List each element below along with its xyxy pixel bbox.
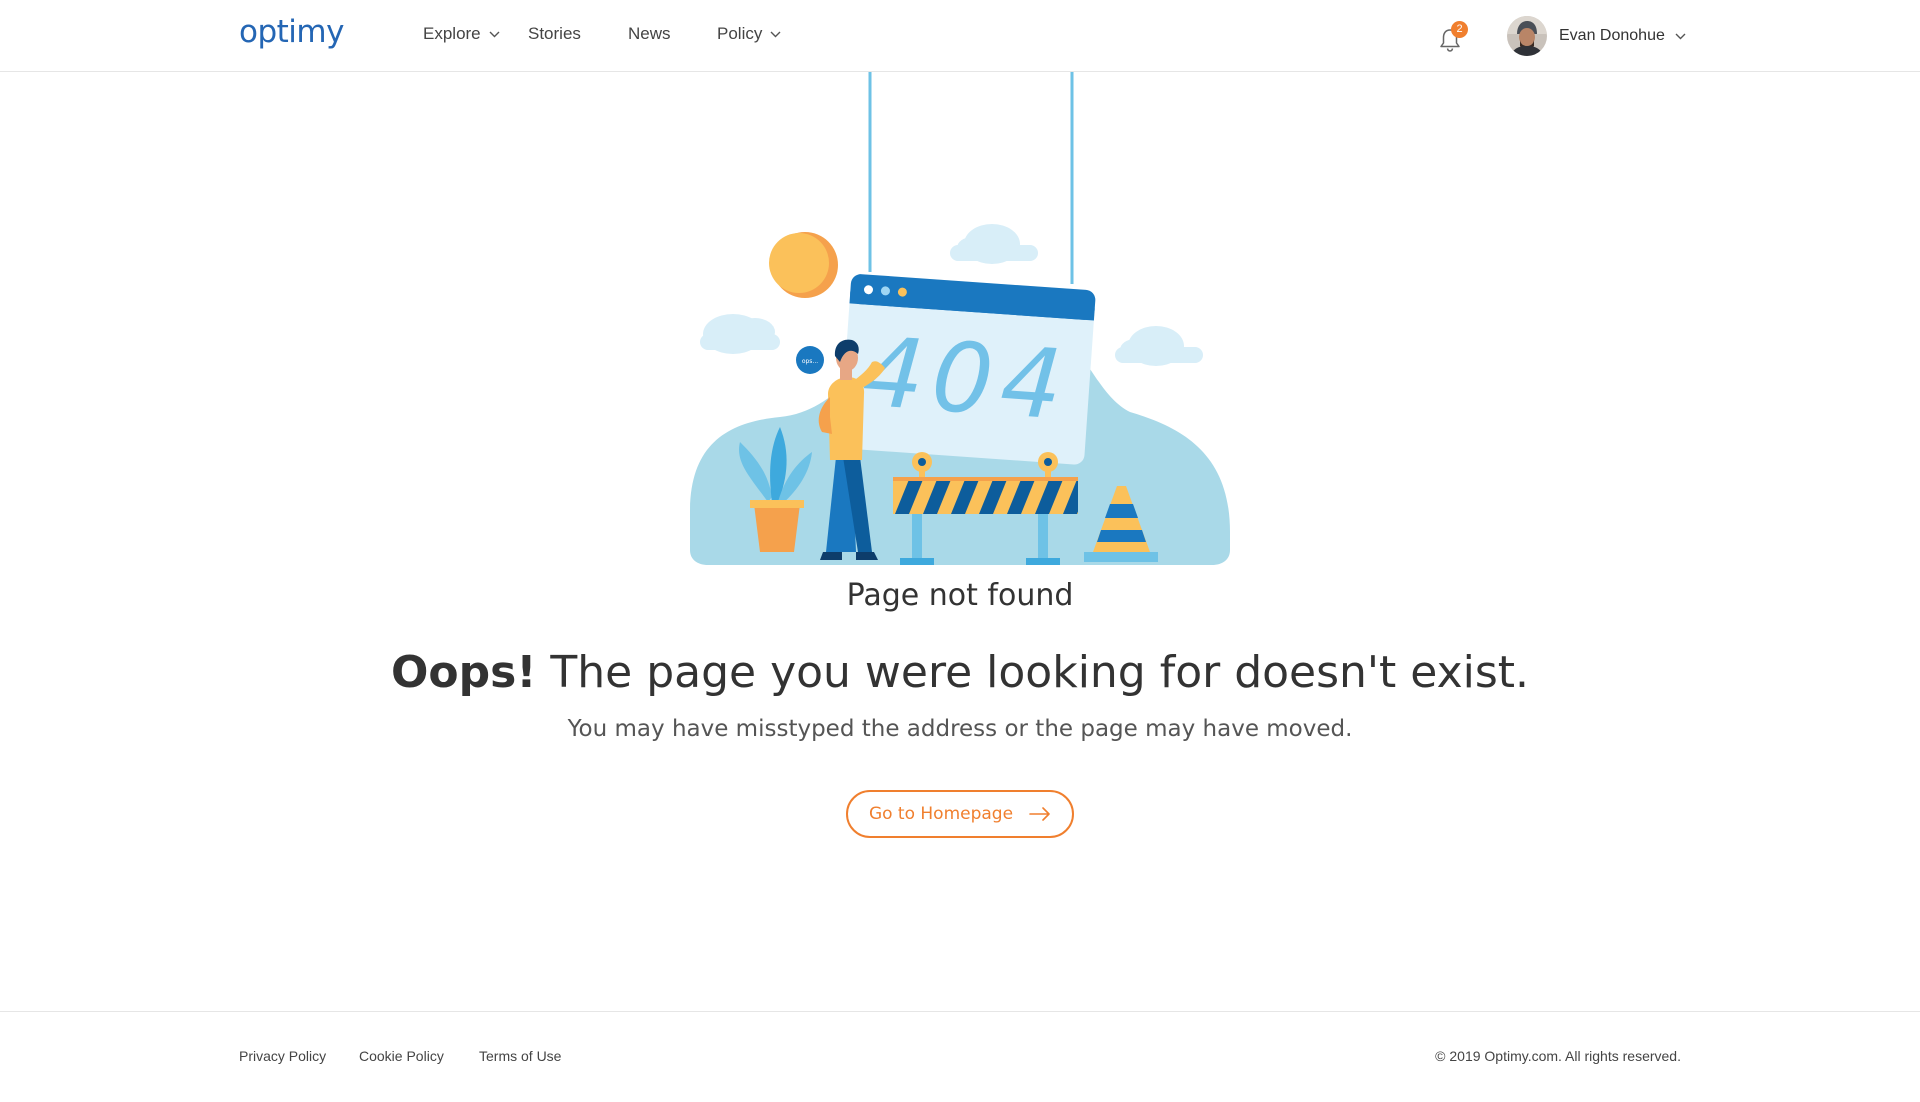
cookie-policy-link[interactable]: Cookie Policy — [359, 1048, 444, 1064]
chevron-down-icon — [1675, 33, 1686, 39]
window-404-text: 404 — [859, 316, 1074, 442]
headline-oops: Oops! — [391, 647, 537, 698]
speech-bubble-text: ops... — [802, 358, 818, 365]
notification-badge: 2 — [1451, 21, 1468, 38]
go-to-homepage-label: Go to Homepage — [868, 804, 1014, 824]
avatar — [1507, 16, 1547, 56]
nav-explore-label: Explore — [423, 24, 481, 43]
headline-message: The page you were looking for doesn't ex… — [536, 647, 1529, 698]
page-not-found-title: Page not found — [846, 578, 1074, 613]
optimy-logo[interactable]: optimy — [239, 14, 344, 50]
go-to-homepage-button[interactable]: Go to Homepage — [846, 790, 1074, 838]
cloud-icon — [950, 224, 1038, 264]
top-header: optimy Explore Stories News Policy 2 Eva… — [0, 0, 1920, 72]
nav-explore[interactable]: Explore — [423, 24, 500, 44]
arrow-right-icon — [1029, 807, 1050, 821]
nav-news-label: News — [628, 24, 671, 43]
nav-policy[interactable]: Policy — [717, 24, 781, 44]
page-footer: Privacy Policy Cookie Policy Terms of Us… — [0, 1011, 1920, 1102]
chevron-down-icon — [770, 31, 781, 37]
chevron-down-icon — [489, 31, 500, 37]
error-headline: Oops! The page you were looking for does… — [0, 647, 1920, 698]
privacy-policy-link[interactable]: Privacy Policy — [239, 1048, 326, 1064]
nav-stories-label: Stories — [528, 24, 581, 43]
terms-of-use-link[interactable]: Terms of Use — [479, 1048, 561, 1064]
copyright-text: © 2019 Optimy.com. All rights reserved. — [1435, 1048, 1681, 1064]
user-name: Evan Donohue — [1559, 27, 1665, 44]
nav-news[interactable]: News — [628, 24, 671, 44]
nav-stories[interactable]: Stories — [528, 24, 581, 44]
error-description: You may have misstyped the address or th… — [567, 716, 1353, 742]
user-menu[interactable]: Evan Donohue — [1507, 16, 1686, 56]
cloud-icon — [1115, 326, 1203, 366]
nav-policy-label: Policy — [717, 24, 763, 43]
404-illustration: 404 ops... — [690, 72, 1230, 565]
cloud-icon — [700, 314, 780, 354]
